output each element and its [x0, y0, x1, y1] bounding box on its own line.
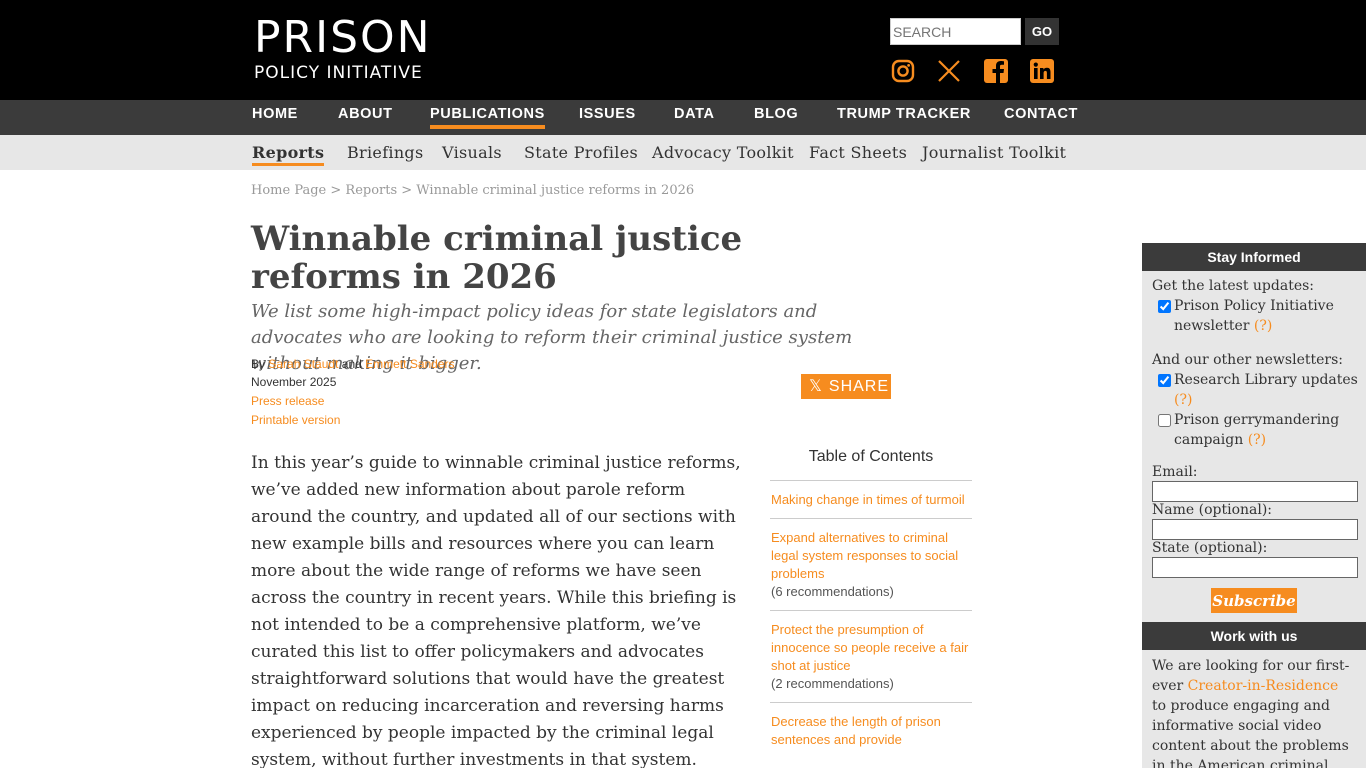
byline: By Sarah Staudt and Emmett Sanders — [251, 357, 455, 371]
subnav-visuals[interactable]: Visuals — [442, 143, 502, 162]
sidebar: Stay Informed Get the latest updates: Pr… — [1142, 243, 1366, 768]
publish-date: November 2025 — [251, 375, 337, 389]
subnav-fact-sheets[interactable]: Fact Sheets — [809, 143, 907, 162]
printable-version-link[interactable]: Printable version — [251, 413, 340, 427]
work-with-us-heading: Work with us — [1142, 622, 1366, 650]
name-label: Name (optional): — [1152, 502, 1273, 518]
subnav-state-profiles[interactable]: State Profiles — [524, 143, 638, 162]
toc-entry-link[interactable]: Decrease the length of prison sentences … — [771, 713, 972, 749]
toc-entry-link[interactable]: Expand alternatives to criminal legal sy… — [771, 529, 972, 583]
page-title: Winnable criminal justice reforms in 202… — [251, 219, 743, 297]
toc-entry-count: (2 recommendations) — [771, 676, 894, 691]
nav-blog[interactable]: BLOG — [754, 106, 798, 122]
site-logo[interactable]: PRISON POLICY INITIATIVE — [254, 16, 432, 84]
nav-contact[interactable]: CONTACT — [1004, 106, 1078, 122]
gerrymandering-checkbox[interactable] — [1158, 414, 1171, 427]
other-newsletters-label: And our other newsletters: — [1152, 352, 1343, 368]
search-input[interactable] — [890, 18, 1021, 45]
stay-informed-heading: Stay Informed — [1142, 243, 1366, 271]
research-library-checkbox[interactable] — [1158, 374, 1171, 387]
author-link-2[interactable]: Emmett Sanders — [365, 357, 454, 371]
state-label: State (optional): — [1152, 540, 1268, 556]
share-button[interactable]: 𝕏 SHARE — [801, 374, 891, 399]
state-field[interactable] — [1152, 557, 1358, 578]
toc-entry[interactable]: Decrease the length of prison sentences … — [770, 703, 972, 758]
research-help-link[interactable]: (?) — [1174, 392, 1192, 408]
gerrymandering-option-text: Prison gerrymandering campaign (?) — [1174, 410, 1366, 450]
x-icon[interactable] — [936, 58, 962, 84]
gerrymandering-option[interactable]: Prison gerrymandering campaign (?) — [1142, 410, 1366, 450]
subnav-advocacy-toolkit[interactable]: Advocacy Toolkit — [652, 143, 794, 162]
x-icon: 𝕏 — [809, 378, 823, 395]
latest-updates-label: Get the latest updates: — [1152, 278, 1315, 294]
newsletter-checkbox[interactable] — [1158, 300, 1171, 313]
toc-entry[interactable]: Making change in times of turmoil — [770, 481, 972, 519]
work-text-2: to produce engaging and informative soci… — [1152, 698, 1349, 768]
research-library-option[interactable]: Research Library updates (?) — [1142, 370, 1366, 410]
subnav-briefings[interactable]: Briefings — [347, 143, 424, 162]
share-label: SHARE — [828, 378, 890, 395]
subnav-reports[interactable]: Reports — [252, 143, 325, 166]
byline-by: By — [251, 357, 266, 371]
toc-entry[interactable]: Protect the presumption of innocence so … — [770, 611, 972, 703]
nav-publications[interactable]: PUBLICATIONS — [430, 106, 545, 129]
newsletter-help-link[interactable]: (?) — [1254, 318, 1272, 334]
logo-line-1: PRISON — [254, 12, 432, 63]
toc-entry-count: (6 recommendations) — [771, 584, 894, 599]
press-release-link[interactable]: Press release — [251, 394, 324, 408]
nav-data[interactable]: DATA — [674, 106, 715, 122]
nav-about[interactable]: ABOUT — [338, 106, 393, 122]
subnav-journalist-toolkit[interactable]: Journalist Toolkit — [922, 143, 1066, 162]
newsletter-option[interactable]: Prison Policy Initiative newsletter (?) — [1142, 296, 1366, 336]
toc-title: Table of Contents — [770, 448, 972, 481]
search-go-button[interactable]: GO — [1025, 18, 1059, 45]
email-label: Email: — [1152, 464, 1198, 480]
nav-issues[interactable]: ISSUES — [579, 106, 636, 122]
work-with-us-text: We are looking for our first-ever Creato… — [1152, 656, 1356, 768]
research-library-label: Research Library updates — [1174, 372, 1358, 388]
facebook-icon[interactable] — [983, 58, 1009, 84]
email-field[interactable] — [1152, 481, 1358, 502]
byline-and: and — [341, 357, 362, 371]
logo-line-2: POLICY INITIATIVE — [254, 63, 423, 83]
nav-trump-tracker[interactable]: TRUMP TRACKER — [837, 106, 971, 122]
linkedin-icon[interactable] — [1029, 58, 1055, 84]
sub-navigation: Reports Briefings Visuals State Profiles… — [0, 135, 1366, 170]
top-header: PRISON POLICY INITIATIVE GO — [0, 0, 1366, 100]
gerrymandering-help-link[interactable]: (?) — [1248, 432, 1266, 448]
toc-entry-link[interactable]: Protect the presumption of innocence so … — [771, 621, 972, 675]
creator-in-residence-link[interactable]: Creator-in-Residence — [1188, 678, 1339, 694]
research-option-text: Research Library updates (?) — [1174, 370, 1366, 410]
name-field[interactable] — [1152, 519, 1358, 540]
main-navigation: HOME ABOUT PUBLICATIONS ISSUES DATA BLOG… — [0, 100, 1366, 135]
toc-entry[interactable]: Expand alternatives to criminal legal sy… — [770, 519, 972, 611]
newsletter-option-text: Prison Policy Initiative newsletter (?) — [1174, 296, 1366, 336]
article-body: In this year’s guide to winnable crimina… — [251, 453, 741, 768]
table-of-contents: Table of Contents Making change in times… — [770, 448, 972, 758]
author-link-1[interactable]: Sarah Staudt — [268, 357, 338, 371]
toc-entry-link[interactable]: Making change in times of turmoil — [771, 491, 972, 509]
instagram-icon[interactable] — [890, 58, 916, 84]
breadcrumb[interactable]: Home Page > Reports > Winnable criminal … — [251, 183, 694, 198]
nav-home[interactable]: HOME — [252, 106, 298, 122]
subscribe-button[interactable]: Subscribe — [1211, 588, 1297, 613]
